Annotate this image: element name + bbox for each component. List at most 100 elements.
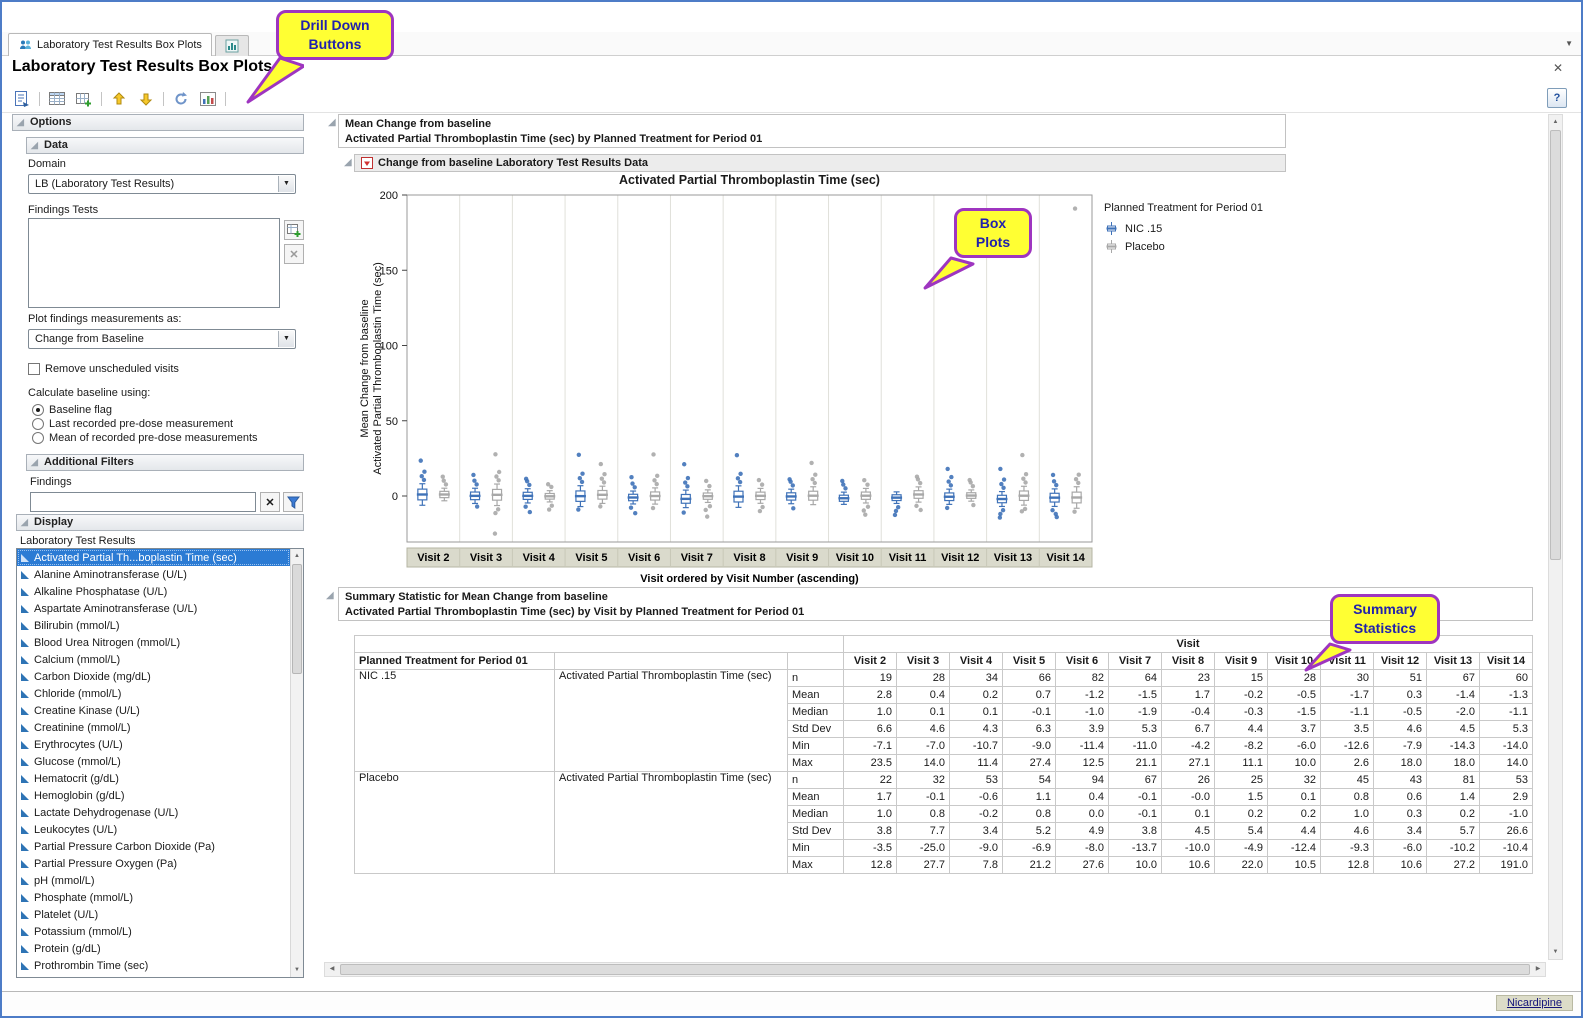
drill-header[interactable]: Change from baseline Laboratory Test Res…: [354, 154, 1286, 172]
tab-overflow-icon[interactable]: ▼: [1565, 39, 1573, 48]
radio-icon[interactable]: [32, 432, 44, 444]
lab-test-item[interactable]: Hematocrit (g/dL): [17, 770, 290, 787]
findings-tests-listbox[interactable]: [28, 218, 280, 308]
lab-test-item[interactable]: Hemoglobin (g/dL): [17, 787, 290, 804]
data-table-button[interactable]: [47, 89, 67, 109]
scroll-up-icon[interactable]: ▲: [291, 549, 303, 563]
horizontal-scrollbar[interactable]: ◀ ▶: [324, 962, 1546, 977]
drill-down-red-icon[interactable]: [361, 157, 373, 169]
lab-test-label: Alkaline Phosphatase (U/L): [34, 586, 167, 598]
col-header-visit: Visit 12: [1374, 653, 1427, 670]
radio-selected-icon[interactable]: [32, 404, 44, 416]
clear-filter-button[interactable]: ✕: [260, 492, 280, 512]
findings-filter-input[interactable]: [30, 492, 256, 512]
tab-chart[interactable]: [215, 35, 249, 56]
lab-test-item[interactable]: Bilirubin (mmol/L): [17, 617, 290, 634]
lab-test-item[interactable]: Alanine Aminotransferase (U/L): [17, 566, 290, 583]
drill-up-button[interactable]: [109, 89, 129, 109]
disclosure-icon[interactable]: ◢: [328, 118, 336, 128]
chevron-down-icon: ▼: [278, 176, 294, 192]
mean-predose-option[interactable]: Mean of recorded pre-dose measurements: [32, 432, 258, 444]
lab-test-icon: [21, 945, 29, 953]
last-predose-option[interactable]: Last recorded pre-dose measurement: [32, 418, 233, 430]
scroll-right-icon[interactable]: ▶: [1531, 963, 1545, 976]
lab-test-icon: [21, 724, 29, 732]
checkbox-icon[interactable]: [28, 363, 40, 375]
vertical-scrollbar[interactable]: ▲ ▼: [1548, 114, 1563, 960]
additional-filters-header[interactable]: ◢Additional Filters: [26, 454, 304, 471]
stat-value-cell: -0.1: [897, 789, 950, 806]
add-tests-button[interactable]: [284, 220, 304, 240]
refresh-button[interactable]: [171, 89, 191, 109]
scroll-thumb[interactable]: [1550, 130, 1561, 560]
lab-test-item[interactable]: Partial Pressure Carbon Dioxide (Pa): [17, 838, 290, 855]
disclosure-icon[interactable]: ◢: [326, 591, 334, 601]
snapshot-button[interactable]: [198, 89, 218, 109]
lab-test-item[interactable]: Phosphate (mmol/L): [17, 889, 290, 906]
tab-lab-results[interactable]: Laboratory Test Results Box Plots: [8, 33, 212, 56]
remove-tests-button[interactable]: ✕: [284, 244, 304, 264]
lab-test-item[interactable]: Potassium (mmol/L): [17, 923, 290, 940]
lab-test-item[interactable]: Creatine Kinase (U/L): [17, 702, 290, 719]
stat-label-cell: Min: [788, 840, 844, 857]
remove-unscheduled-option[interactable]: Remove unscheduled visits: [28, 363, 179, 375]
disclosure-icon[interactable]: ◢: [344, 158, 352, 168]
report-header: Mean Change from baseline Activated Part…: [338, 114, 1286, 148]
lab-test-item[interactable]: Protein (g/dL): [17, 940, 290, 957]
lab-test-item[interactable]: Partial Pressure Oxygen (Pa): [17, 855, 290, 872]
stat-value-cell: -0.5: [1268, 687, 1321, 704]
lab-test-item[interactable]: Carbon Dioxide (mg/dL): [17, 668, 290, 685]
open-report-button[interactable]: [12, 89, 32, 109]
scroll-left-icon[interactable]: ◀: [325, 963, 339, 976]
scroll-thumb[interactable]: [340, 964, 1530, 975]
save-table-button[interactable]: [74, 89, 94, 109]
legend-item[interactable]: NIC .15: [1104, 221, 1263, 236]
nicardipine-link[interactable]: Nicardipine: [1496, 995, 1573, 1011]
lab-test-item[interactable]: pH (mmol/L): [17, 872, 290, 889]
scroll-down-icon[interactable]: ▼: [1549, 945, 1562, 959]
lab-test-item[interactable]: Activated Partial Th...boplastin Time (s…: [17, 549, 290, 566]
close-icon[interactable]: ✕: [1553, 61, 1563, 75]
plot-measure-value: Change from Baseline: [35, 333, 144, 345]
data-section-header[interactable]: ◢Data: [26, 137, 304, 154]
stat-value-cell: 5.4: [1215, 823, 1268, 840]
lab-test-item[interactable]: Glucose (mmol/L): [17, 753, 290, 770]
scroll-thumb[interactable]: [292, 564, 302, 674]
lab-test-item[interactable]: Prothrombin Time (sec): [17, 957, 290, 974]
lab-test-item[interactable]: Leukocytes (U/L): [17, 821, 290, 838]
baseline-flag-option[interactable]: Baseline flag: [32, 404, 112, 416]
stat-value-cell: 6.6: [844, 721, 897, 738]
scroll-down-icon[interactable]: ▼: [291, 963, 303, 977]
legend-item[interactable]: Placebo: [1104, 239, 1263, 254]
lab-test-item[interactable]: Alkaline Phosphatase (U/L): [17, 583, 290, 600]
options-header[interactable]: ◢Options: [12, 114, 304, 131]
filter-button[interactable]: [283, 492, 303, 512]
lab-test-item[interactable]: Erythrocytes (U/L): [17, 736, 290, 753]
stat-value-cell: -0.0: [1162, 789, 1215, 806]
lab-test-item[interactable]: Blood Urea Nitrogen (mmol/L): [17, 634, 290, 651]
stat-value-cell: 12.8: [1321, 857, 1374, 874]
help-button[interactable]: ?: [1547, 88, 1567, 108]
lab-test-item[interactable]: Calcium (mmol/L): [17, 651, 290, 668]
scroll-up-icon[interactable]: ▲: [1549, 115, 1562, 129]
stat-value-cell: 27.4: [1003, 755, 1056, 772]
lab-test-item[interactable]: Lactate Dehydrogenase (U/L): [17, 804, 290, 821]
drill-down-button[interactable]: [136, 89, 156, 109]
lab-test-icon: [21, 571, 29, 579]
plot-measure-select[interactable]: Change from Baseline ▼: [28, 329, 296, 349]
lab-test-item[interactable]: Platelet (U/L): [17, 906, 290, 923]
lab-test-icon: [21, 588, 29, 596]
stat-value-cell: 22: [844, 772, 897, 789]
lab-test-item[interactable]: Creatinine (mmol/L): [17, 719, 290, 736]
lab-test-item[interactable]: Chloride (mmol/L): [17, 685, 290, 702]
lab-test-listbox: Activated Partial Th...boplastin Time (s…: [16, 548, 304, 978]
radio-icon[interactable]: [32, 418, 44, 430]
stat-label-cell: Median: [788, 704, 844, 721]
domain-select[interactable]: LB (Laboratory Test Results) ▼: [28, 174, 296, 194]
display-section-header[interactable]: ◢Display: [16, 514, 304, 531]
disclosure-icon: ◢: [31, 141, 38, 150]
stat-value-cell: -0.5: [1374, 704, 1427, 721]
toolbar-divider: [2, 112, 1581, 113]
lab-test-item[interactable]: Aspartate Aminotransferase (U/L): [17, 600, 290, 617]
list-scrollbar[interactable]: ▲ ▼: [290, 549, 303, 977]
